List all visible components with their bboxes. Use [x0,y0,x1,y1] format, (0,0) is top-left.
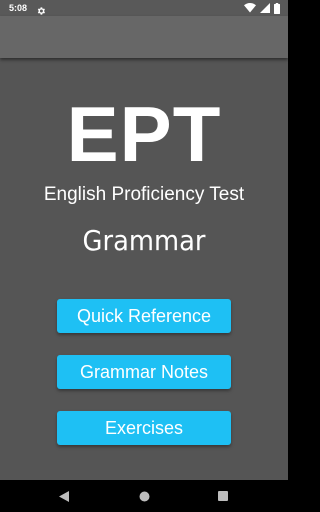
exercises-button[interactable]: Exercises [57,411,231,445]
home-icon[interactable] [134,486,154,506]
battery-icon [274,2,280,14]
section-title: Grammar [82,224,206,257]
back-icon[interactable] [54,486,74,506]
wifi-icon [244,3,256,13]
system-nav-bar [0,480,288,512]
app-bar [0,16,288,58]
status-bar: 5:08 [0,0,288,16]
main-content: EPT English Proficiency Test Grammar Qui… [0,58,288,480]
quick-reference-button[interactable]: Quick Reference [57,299,231,333]
grammar-notes-button[interactable]: Grammar Notes [57,355,231,389]
status-time: 5:08 [9,3,28,13]
cellular-signal-icon [260,3,270,13]
app-subtitle: English Proficiency Test [43,184,245,205]
recents-icon[interactable] [213,486,233,506]
app-logo: EPT [66,90,222,178]
settings-gear-icon [36,3,46,15]
